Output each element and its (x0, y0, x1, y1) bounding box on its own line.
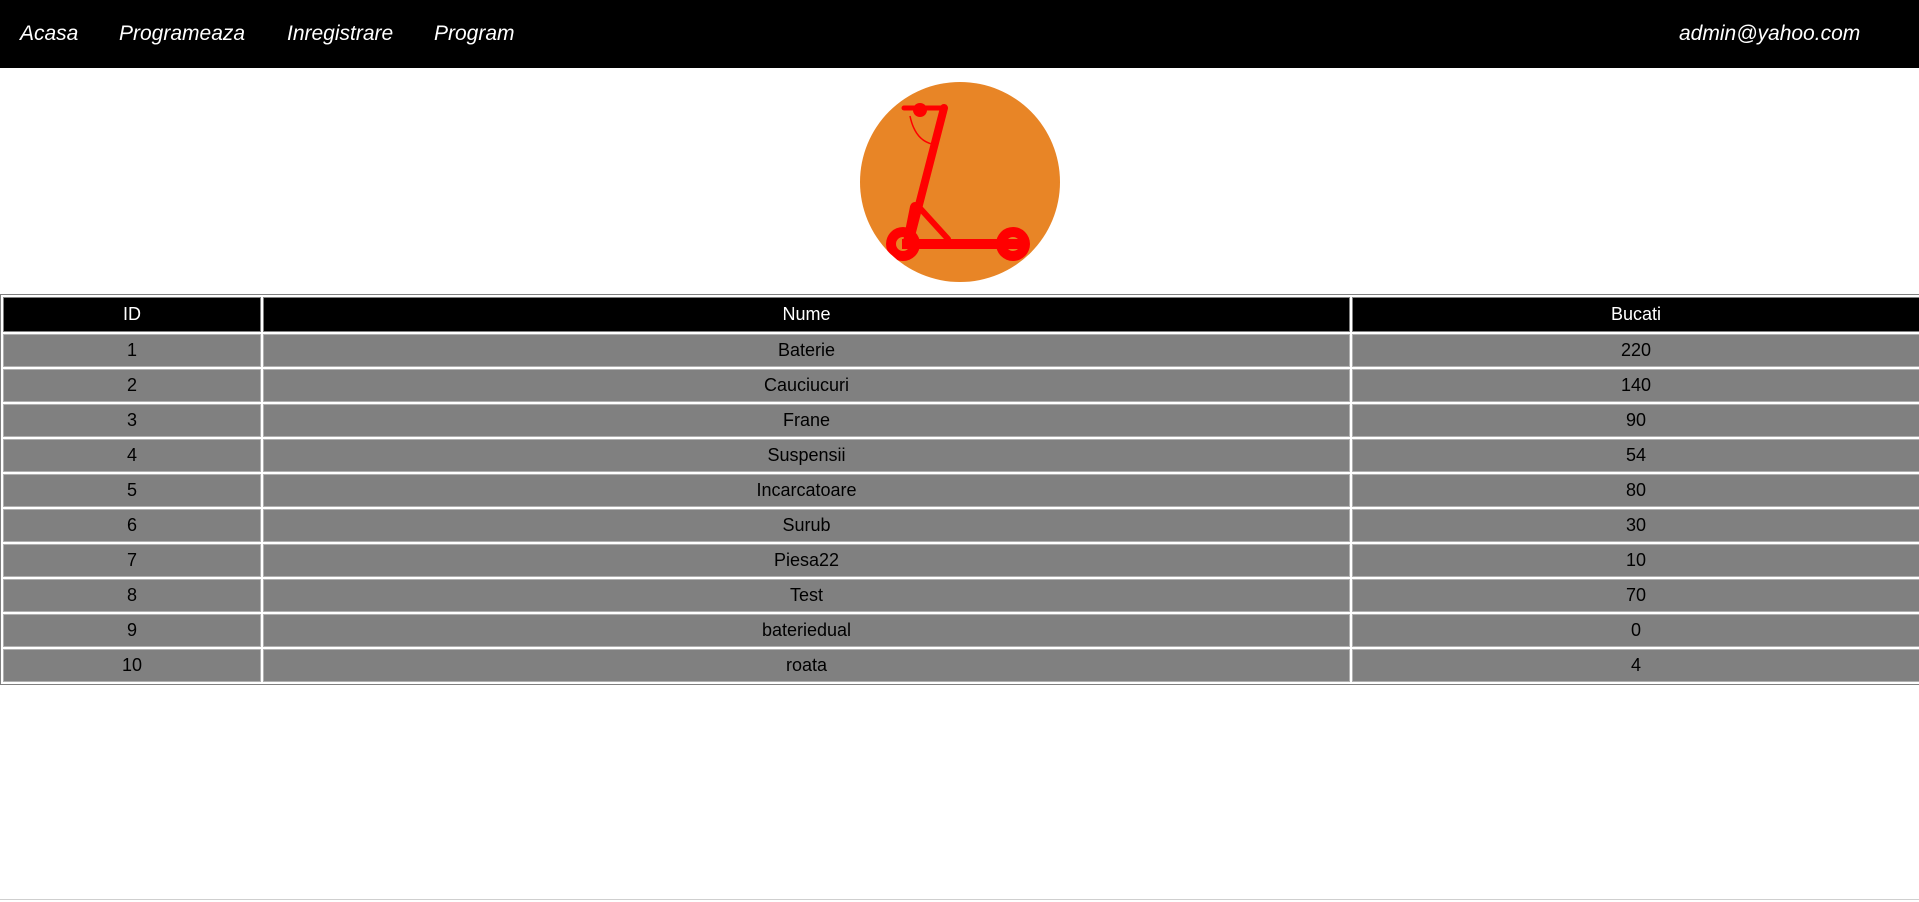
cell-id: 8 (3, 579, 261, 612)
cell-nume: Cauciucuri (263, 369, 1350, 402)
cell-bucati: 30 (1352, 509, 1919, 542)
cell-bucati: 0 (1352, 614, 1919, 647)
nav-link-programeaza[interactable]: Programeaza (119, 20, 245, 47)
cell-id: 1 (3, 334, 261, 367)
cell-nume: Frane (263, 404, 1350, 437)
cell-bucati: 10 (1352, 544, 1919, 577)
cell-nume: Suspensii (263, 439, 1350, 472)
cell-nume: Baterie (263, 334, 1350, 367)
table-row: 7 Piesa22 10 (3, 544, 1919, 577)
cell-id: 7 (3, 544, 261, 577)
nav-link-acasa[interactable]: Acasa (20, 20, 78, 47)
cell-nume: roata (263, 649, 1350, 682)
cell-nume: Piesa22 (263, 544, 1350, 577)
table-row: 5 Incarcatoare 80 (3, 474, 1919, 507)
cell-id: 4 (3, 439, 261, 472)
user-email-link[interactable]: admin@yahoo.com (1679, 20, 1860, 47)
table-header-row: ID Nume Bucati (3, 297, 1919, 332)
cell-nume: Surub (263, 509, 1350, 542)
cell-nume: Incarcatoare (263, 474, 1350, 507)
logo (860, 82, 1060, 282)
table-row: 10 roata 4 (3, 649, 1919, 682)
column-header-bucati: Bucati (1352, 297, 1919, 332)
cell-id: 6 (3, 509, 261, 542)
cell-bucati: 220 (1352, 334, 1919, 367)
cell-id: 9 (3, 614, 261, 647)
table-row: 3 Frane 90 (3, 404, 1919, 437)
parts-table: ID Nume Bucati 1 Baterie 220 2 Cauciucur… (0, 294, 1919, 685)
top-navbar: Acasa Programeaza Inregistrare Program a… (0, 0, 1919, 68)
bottom-divider (0, 899, 1919, 900)
table-row: 1 Baterie 220 (3, 334, 1919, 367)
nav-link-inregistrare[interactable]: Inregistrare (287, 20, 393, 47)
cell-nume: Test (263, 579, 1350, 612)
cell-bucati: 54 (1352, 439, 1919, 472)
cell-id: 10 (3, 649, 261, 682)
cell-bucati: 80 (1352, 474, 1919, 507)
table-row: 4 Suspensii 54 (3, 439, 1919, 472)
scooter-wrench-icon (860, 82, 1060, 282)
cell-id: 2 (3, 369, 261, 402)
table-row: 8 Test 70 (3, 579, 1919, 612)
cell-id: 5 (3, 474, 261, 507)
column-header-nume: Nume (263, 297, 1350, 332)
cell-bucati: 90 (1352, 404, 1919, 437)
cell-nume: bateriedual (263, 614, 1350, 647)
cell-bucati: 4 (1352, 649, 1919, 682)
table-row: 9 bateriedual 0 (3, 614, 1919, 647)
nav-link-program[interactable]: Program (434, 20, 515, 47)
cell-bucati: 140 (1352, 369, 1919, 402)
table-row: 6 Surub 30 (3, 509, 1919, 542)
column-header-id: ID (3, 297, 261, 332)
cell-id: 3 (3, 404, 261, 437)
table-row: 2 Cauciucuri 140 (3, 369, 1919, 402)
cell-bucati: 70 (1352, 579, 1919, 612)
